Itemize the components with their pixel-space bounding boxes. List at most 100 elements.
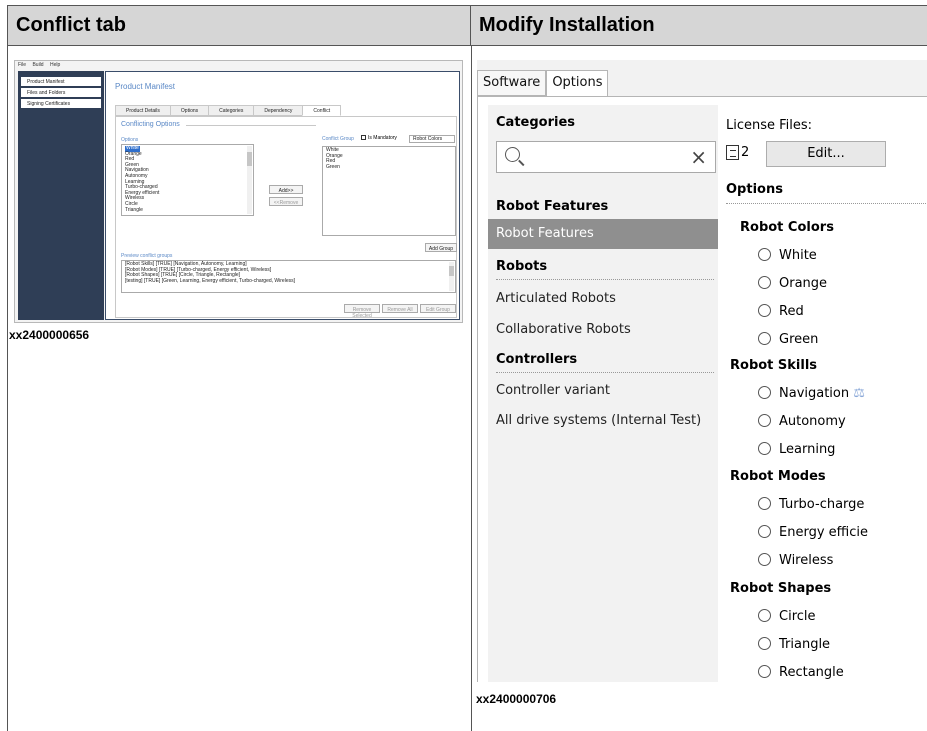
- remove-selected-button[interactable]: Remove Selected: [344, 304, 380, 319]
- is-mandatory-label: Is Mandatory: [368, 135, 397, 141]
- option-wireless[interactable]: Wireless: [758, 553, 833, 568]
- option-navigation[interactable]: Navigation ⚖: [758, 386, 865, 401]
- options-divider: [726, 203, 927, 204]
- preview-scrollbar[interactable]: [449, 262, 454, 291]
- radio-icon: [758, 332, 771, 345]
- menu-bar: File Build Help: [15, 61, 462, 70]
- license-file-icon: [726, 145, 739, 160]
- categories-title: Categories: [496, 115, 576, 130]
- column-divider: [471, 46, 472, 731]
- license-files-label: License Files:: [726, 118, 813, 133]
- modify-installation-screenshot: Software Options Categories × Robot Feat…: [477, 60, 927, 682]
- tab-bar: Product Details Options Categories Depen…: [115, 105, 342, 116]
- main-panel: Product Manifest Product Details Options…: [105, 71, 460, 320]
- radio-icon: [758, 304, 771, 317]
- option-red[interactable]: Red: [758, 304, 804, 319]
- tab-bar: Software Options: [477, 70, 609, 97]
- radio-icon: [758, 414, 771, 427]
- sidebar: Product Manifest Files and Folders Signi…: [18, 71, 104, 320]
- options-title: Options: [726, 182, 783, 197]
- radio-icon: [758, 497, 771, 510]
- tab-categories[interactable]: Categories: [208, 105, 255, 116]
- page-title: Product Manifest: [115, 82, 176, 91]
- category-group-controllers: Controllers: [488, 352, 718, 373]
- product-manifest-screenshot: File Build Help Product Manifest Files a…: [14, 60, 463, 323]
- group-name-input[interactable]: Robot Colors: [409, 135, 455, 143]
- list-item[interactable]: Triangle: [125, 207, 250, 214]
- tab-dependency[interactable]: Dependency: [253, 105, 304, 116]
- option-group-robot-colors: Robot Colors: [740, 220, 834, 235]
- option-green[interactable]: Green: [758, 332, 818, 347]
- option-circle[interactable]: Circle: [758, 609, 816, 624]
- option-autonomy[interactable]: Autonomy: [758, 414, 846, 429]
- option-energy-efficient[interactable]: Energy efficie: [758, 525, 868, 540]
- radio-icon: [758, 248, 771, 261]
- option-learning[interactable]: Learning: [758, 442, 835, 457]
- categories-pane: Categories × Robot Features Robot Featur…: [488, 105, 718, 682]
- sidebar-item-product-manifest[interactable]: Product Manifest: [21, 77, 101, 86]
- radio-icon: [758, 553, 771, 566]
- option-group-robot-shapes: Robot Shapes: [730, 581, 832, 596]
- menu-file[interactable]: File: [18, 62, 26, 68]
- link-icon: ⚖: [853, 386, 865, 401]
- radio-icon: [758, 442, 771, 455]
- radio-icon: [758, 665, 771, 678]
- clear-icon[interactable]: ×: [690, 145, 707, 169]
- tab-conflict[interactable]: Conflict: [302, 105, 342, 116]
- option-white[interactable]: White: [758, 248, 817, 263]
- radio-icon: [758, 525, 771, 538]
- menu-help[interactable]: Help: [50, 62, 60, 68]
- caption-left: xx2400000656: [9, 328, 90, 342]
- sidebar-item-signing-certificates[interactable]: Signing Certificates: [21, 99, 101, 108]
- tab-options[interactable]: Options: [546, 70, 609, 97]
- conflict-panel: Conflicting Options Options White Orange…: [115, 116, 457, 319]
- option-group-robot-skills: Robot Skills: [730, 358, 818, 373]
- option-rectangle[interactable]: Rectangle: [758, 665, 844, 680]
- tab-product-details[interactable]: Product Details: [115, 105, 171, 116]
- checkbox-icon[interactable]: [361, 135, 366, 141]
- category-item-collaborative-robots[interactable]: Collaborative Robots: [488, 315, 718, 345]
- sidebar-item-files-and-folders[interactable]: Files and Folders: [21, 88, 101, 97]
- radio-icon: [758, 609, 771, 622]
- options-scrollbar[interactable]: [247, 146, 252, 214]
- section-title: Conflicting Options: [121, 121, 180, 128]
- category-group-robot-features: Robot Features: [488, 199, 718, 220]
- category-item-robot-features[interactable]: Robot Features: [488, 219, 718, 249]
- header-conflict-tab: Conflict tab: [8, 6, 471, 46]
- radio-icon: [758, 386, 771, 399]
- option-triangle[interactable]: Triangle: [758, 637, 830, 652]
- category-item-all-drive-systems[interactable]: All drive systems (Internal Test): [488, 406, 718, 436]
- caption-right: xx2400000706: [476, 692, 557, 706]
- remove-all-button[interactable]: Remove All: [382, 304, 418, 313]
- preview-list[interactable]: [Robot Skills] [TRUE] [Navigation, Auton…: [121, 260, 456, 293]
- options-pane: License Files: 2 Edit... Options Robot C…: [718, 105, 927, 682]
- category-group-robots: Robots: [488, 259, 718, 280]
- radio-icon: [758, 276, 771, 289]
- search-icon: [505, 147, 520, 162]
- is-mandatory-toggle[interactable]: Is Mandatory: [361, 135, 397, 141]
- license-count: 2: [741, 145, 750, 160]
- option-orange[interactable]: Orange: [758, 276, 827, 291]
- edit-group-button[interactable]: Edit Group: [420, 304, 456, 313]
- list-item[interactable]: Green: [326, 164, 452, 171]
- category-item-controller-variant[interactable]: Controller variant: [488, 376, 718, 406]
- tab-software[interactable]: Software: [477, 70, 547, 96]
- add-button[interactable]: Add>>: [269, 185, 303, 194]
- option-group-robot-modes: Robot Modes: [730, 469, 826, 484]
- tab-options[interactable]: Options: [169, 105, 210, 116]
- section-divider: [186, 125, 316, 126]
- header-modify-installation: Modify Installation: [471, 6, 927, 46]
- list-item[interactable]: [testing] [TRUE] [Green, Learning, Energ…: [125, 278, 452, 285]
- menu-build[interactable]: Build: [32, 62, 43, 68]
- radio-icon: [758, 637, 771, 650]
- options-list[interactable]: White Orange Red Green Navigation Autono…: [121, 144, 254, 216]
- add-group-button[interactable]: Add Group: [425, 243, 457, 252]
- preview-label: Preview conflict groups: [121, 253, 173, 259]
- option-turbo-charged[interactable]: Turbo-charge: [758, 497, 864, 512]
- conflict-group-list[interactable]: White Orange Red Green: [322, 146, 456, 236]
- search-input[interactable]: ×: [496, 141, 716, 173]
- options-frame: Categories × Robot Features Robot Featur…: [477, 96, 927, 682]
- remove-button[interactable]: <<Remove: [269, 197, 303, 206]
- category-item-articulated-robots[interactable]: Articulated Robots: [488, 284, 718, 314]
- edit-license-button[interactable]: Edit...: [766, 141, 886, 167]
